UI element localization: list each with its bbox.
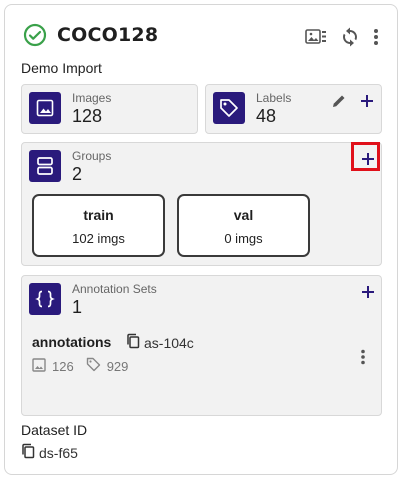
image-icon bbox=[32, 357, 46, 375]
more-vert-icon[interactable] bbox=[357, 348, 369, 366]
annotation-set-id-text: as-104c bbox=[144, 334, 194, 351]
groups-tile: Groups 2 train 102 imgs val 0 imgs bbox=[21, 142, 382, 266]
annotation-sets-label: Annotation Sets bbox=[72, 282, 157, 296]
annotation-sets-count: 1 bbox=[72, 297, 83, 317]
more-vert-icon[interactable] bbox=[373, 28, 379, 46]
annotation-set-id[interactable]: as-104c bbox=[126, 333, 194, 352]
edit-icon[interactable] bbox=[330, 92, 348, 110]
groups-icon bbox=[29, 150, 61, 182]
header-actions bbox=[305, 27, 379, 47]
braces-icon bbox=[29, 283, 61, 315]
dataset-id[interactable]: ds-f65 bbox=[21, 443, 78, 462]
group-chip-val[interactable]: val 0 imgs bbox=[177, 194, 310, 257]
images-label: Images bbox=[72, 91, 112, 105]
labels-tile[interactable]: Labels 48 bbox=[205, 84, 382, 134]
annotation-set-name: annotations bbox=[32, 334, 112, 350]
group-image-count: 102 imgs bbox=[72, 231, 125, 246]
annotation-label-count: 929 bbox=[106, 358, 129, 374]
check-circle-icon bbox=[23, 23, 47, 47]
dataset-card: COCO128 Demo Import Images 128 Labels 48 bbox=[4, 4, 398, 475]
labels-label: Labels bbox=[256, 91, 292, 105]
group-image-count: 0 imgs bbox=[224, 231, 263, 246]
groups-count: 2 bbox=[72, 164, 83, 184]
sync-icon[interactable] bbox=[341, 27, 359, 47]
tag-icon bbox=[86, 357, 101, 375]
annotation-sets-tile: Annotation Sets 1 annotations as-104c 12… bbox=[21, 275, 382, 416]
images-tile[interactable]: Images 128 bbox=[21, 84, 198, 134]
dataset-id-text: ds-f65 bbox=[39, 444, 78, 461]
add-annotation-set-button[interactable] bbox=[359, 283, 377, 301]
labels-count: 48 bbox=[256, 106, 277, 126]
tag-icon bbox=[213, 92, 245, 124]
group-chip-train[interactable]: train 102 imgs bbox=[32, 194, 165, 257]
group-name: train bbox=[83, 207, 114, 223]
card-header: COCO128 bbox=[23, 23, 158, 47]
dataset-title: COCO128 bbox=[57, 24, 159, 46]
image-gallery-icon[interactable] bbox=[305, 28, 327, 46]
annotation-image-count: 126 bbox=[52, 358, 74, 374]
add-group-button[interactable] bbox=[359, 150, 377, 168]
copy-icon[interactable] bbox=[126, 333, 140, 352]
groups-label: Groups bbox=[72, 149, 112, 163]
dataset-subtitle: Demo Import bbox=[21, 60, 102, 76]
copy-icon[interactable] bbox=[21, 443, 35, 462]
images-count: 128 bbox=[72, 106, 103, 126]
group-name: val bbox=[233, 207, 254, 223]
image-icon bbox=[29, 92, 61, 124]
annotation-set-row[interactable]: annotations as-104c 126 929 bbox=[22, 320, 381, 415]
add-label-button[interactable] bbox=[358, 92, 376, 110]
annotation-set-stats: 126 929 bbox=[32, 357, 128, 375]
dataset-id-label: Dataset ID bbox=[21, 422, 88, 438]
